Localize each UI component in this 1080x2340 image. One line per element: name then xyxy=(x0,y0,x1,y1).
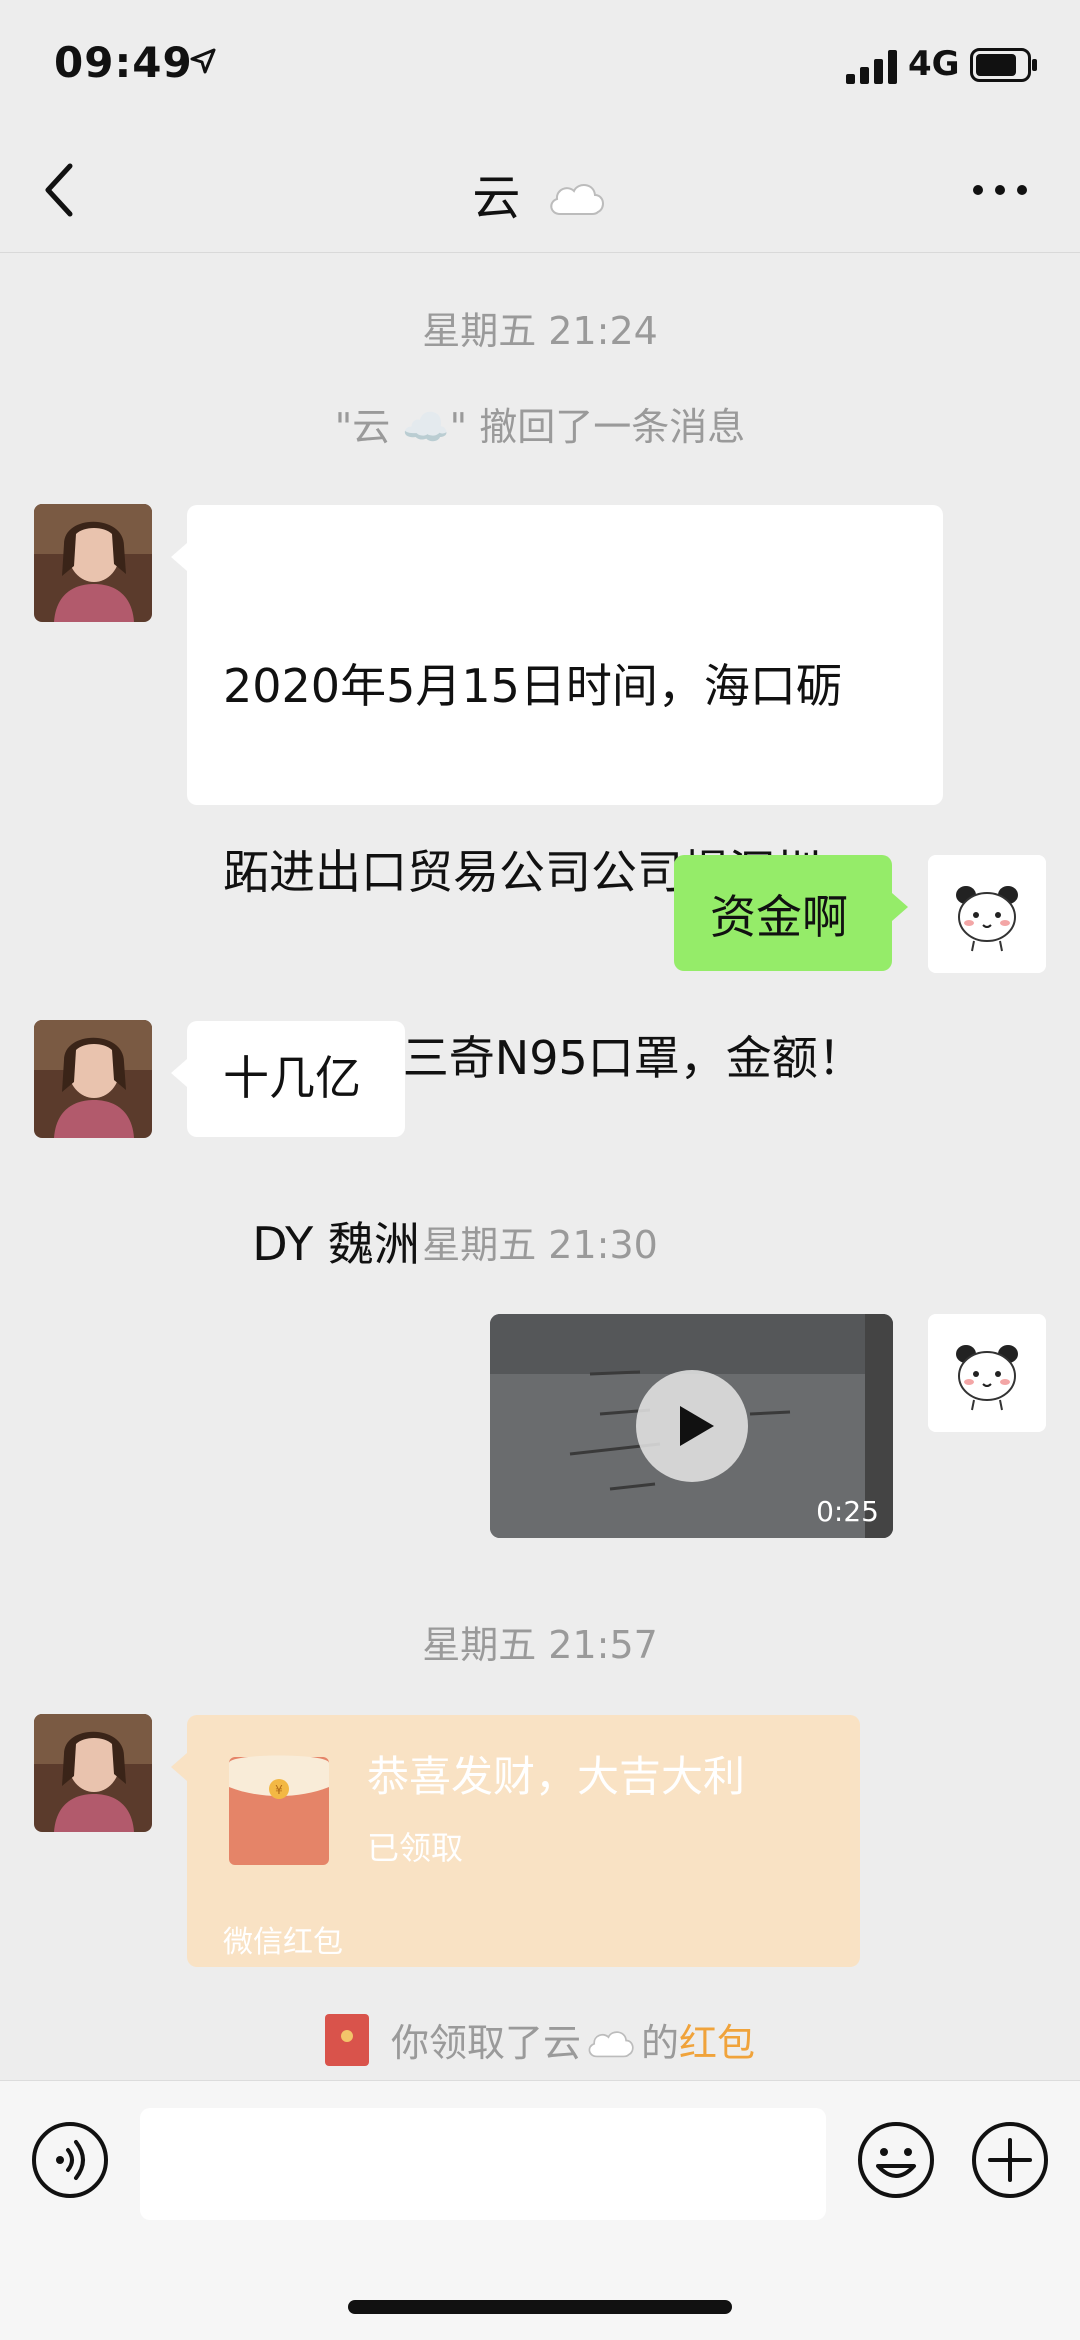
battery-icon xyxy=(970,48,1037,82)
svg-text:¥: ¥ xyxy=(275,1783,283,1797)
message-bubble-incoming[interactable]: 十几亿 xyxy=(171,1021,405,1137)
receipt-notice: 你领取了云 的红包 xyxy=(0,2012,1080,2067)
message-text-line: 2020年5月15日时间，海口砺 xyxy=(223,659,842,713)
red-envelope-icon: ¥ xyxy=(229,1755,329,1865)
red-packet-footer: 微信红包 xyxy=(223,1925,343,1960)
timestamp: 星期五 21:24 xyxy=(422,309,658,353)
video-message[interactable]: 0:25 xyxy=(490,1314,893,1538)
more-options-icon[interactable] xyxy=(972,180,1028,200)
receipt-middle: 的 xyxy=(640,2021,679,2065)
chat-title-text: 云 xyxy=(472,170,521,226)
red-packet-greeting: 恭喜发财，大吉大利 xyxy=(367,1752,746,1801)
message-text: 资金啊 xyxy=(710,890,848,944)
message-text: 十几亿 xyxy=(223,1051,361,1105)
play-icon[interactable] xyxy=(634,1368,750,1484)
contact-avatar[interactable] xyxy=(34,1714,152,1832)
chat-title: 云 xyxy=(0,158,1080,228)
emoji-icon[interactable] xyxy=(856,2120,936,2200)
location-arrow-icon xyxy=(190,48,216,74)
recall-notice: "云 ☁️" 撤回了一条消息 xyxy=(334,405,746,449)
add-more-icon[interactable] xyxy=(970,2120,1050,2200)
timestamp: 星期五 21:30 xyxy=(422,1223,658,1267)
cellular-signal-icon xyxy=(846,50,897,84)
video-duration: 0:25 xyxy=(816,1495,879,1528)
red-packet-link[interactable]: 红包 xyxy=(679,2021,755,2065)
contact-photo xyxy=(34,504,152,622)
contact-photo xyxy=(34,1714,152,1832)
message-bubble-incoming[interactable]: 2020年5月15日时间，海口砺 跖进出口贸易公司公司提深圳 200万只三奇N9… xyxy=(171,505,943,1271)
cloud-icon xyxy=(549,184,604,215)
red-packet-status: 已领取 xyxy=(367,1829,464,1867)
contact-photo xyxy=(34,1020,152,1138)
my-avatar[interactable] xyxy=(928,855,1046,973)
receipt-prefix: 你领取了云 xyxy=(390,2021,581,2065)
timestamp: 星期五 21:57 xyxy=(422,1623,658,1667)
message-input[interactable] xyxy=(140,2108,826,2220)
network-type: 4G xyxy=(908,44,960,84)
panda-avatar-icon xyxy=(928,1314,1046,1432)
red-packet-message[interactable]: ¥ 恭喜发财，大吉大利 已领取 微信红包 xyxy=(171,1715,860,1967)
message-bubble-outgoing[interactable]: 资金啊 xyxy=(674,855,908,971)
contact-avatar[interactable] xyxy=(34,504,152,622)
panda-avatar-icon xyxy=(928,855,1046,973)
status-time: 09:49 xyxy=(54,38,193,87)
contact-avatar[interactable] xyxy=(34,1020,152,1138)
my-avatar[interactable] xyxy=(928,1314,1046,1432)
home-indicator[interactable] xyxy=(348,2300,732,2314)
voice-input-icon[interactable] xyxy=(30,2120,110,2200)
cloud-icon xyxy=(588,2031,634,2058)
red-envelope-small-icon xyxy=(324,2014,369,2066)
